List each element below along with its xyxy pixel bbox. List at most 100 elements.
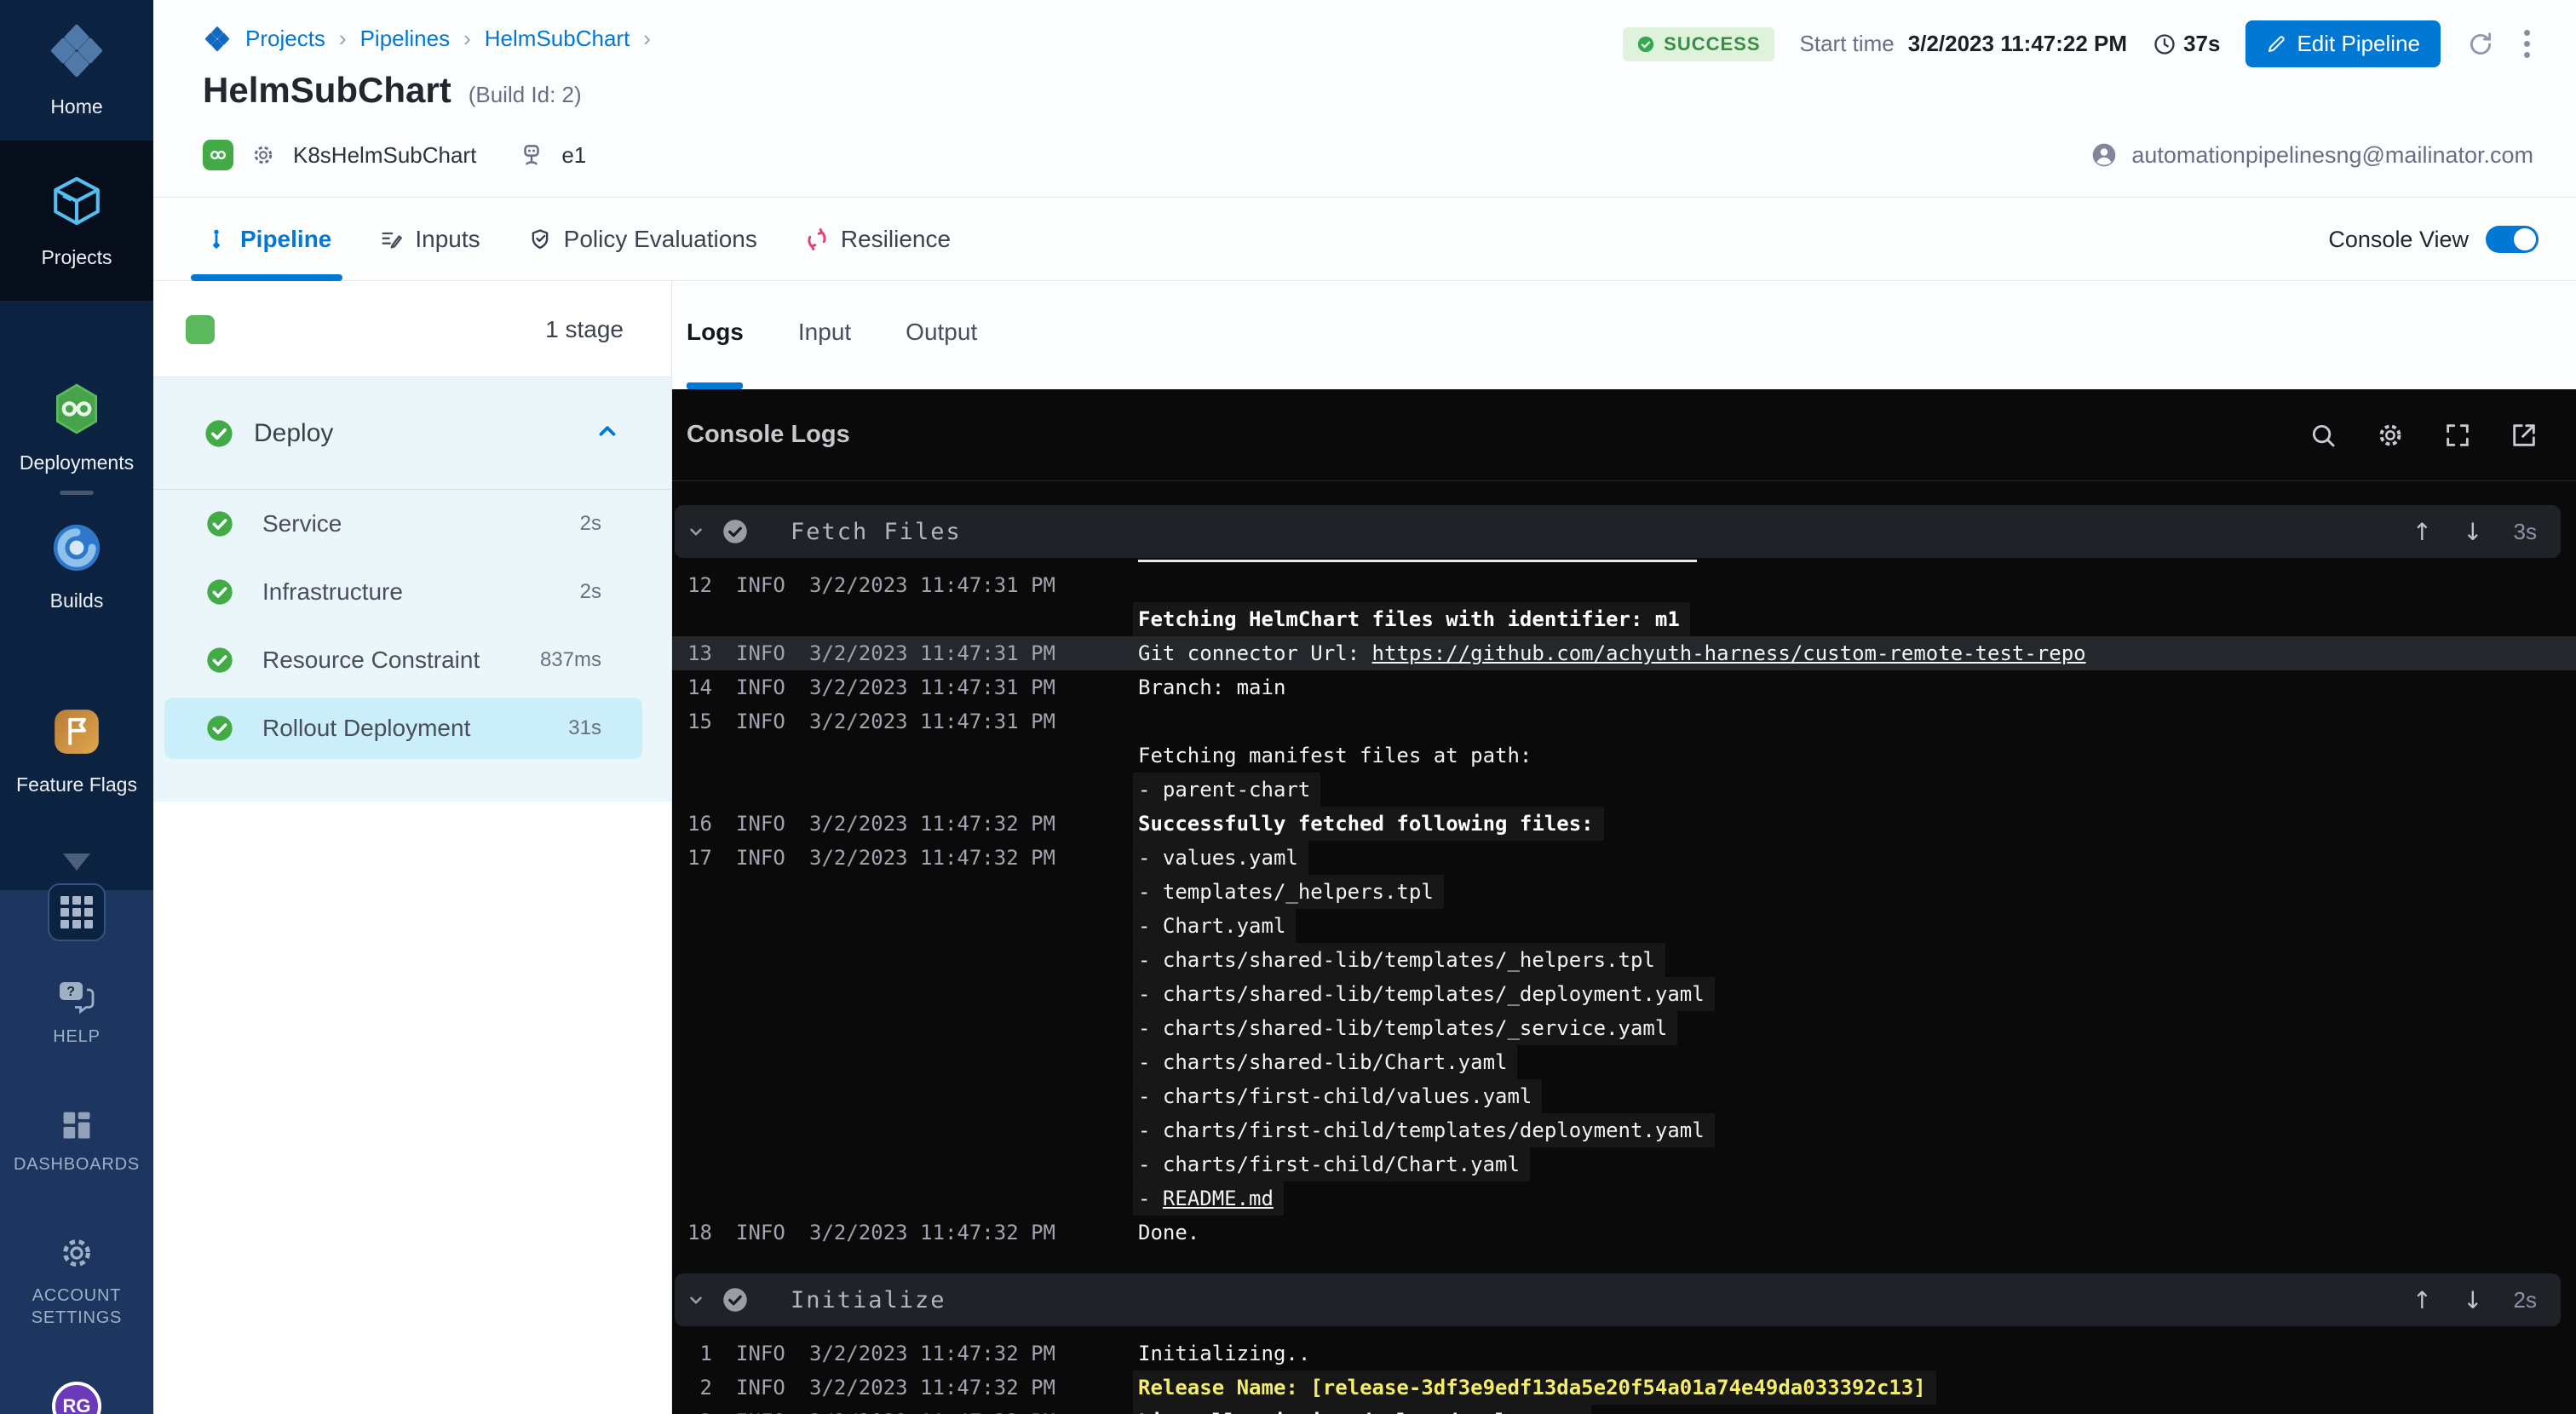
log-row[interactable]: 18INFO3/2/2023 11:47:32 PMDone. bbox=[672, 1216, 2576, 1250]
log-level bbox=[736, 909, 796, 943]
log-level bbox=[736, 1045, 796, 1079]
fullscreen-icon[interactable] bbox=[2443, 421, 2472, 450]
console-title: Console Logs bbox=[687, 421, 850, 449]
scroll-top-icon[interactable]: ↑ bbox=[2412, 518, 2432, 546]
feature-flags-module-icon bbox=[50, 705, 103, 763]
log-row[interactable]: Fetching HelmChart files with identifier… bbox=[672, 602, 2576, 636]
step-rollout-deployment[interactable]: Rollout Deployment31s bbox=[164, 698, 642, 759]
log-row[interactable]: 1INFO3/2/2023 11:47:32 PMInitializing.. bbox=[672, 1336, 2576, 1371]
sidebar-item-dashboards[interactable]: DASHBOARDS bbox=[0, 1109, 153, 1175]
log-row[interactable]: 14INFO3/2/2023 11:47:31 PMBranch: main bbox=[672, 670, 2576, 704]
log-row[interactable]: 3INFO3/2/2023 11:47:32 PMList all existi… bbox=[672, 1405, 2576, 1414]
chevron-up-icon[interactable] bbox=[595, 418, 620, 448]
chevron-down-icon[interactable] bbox=[63, 854, 90, 871]
log-link[interactable]: README.md bbox=[1163, 1187, 1274, 1210]
scroll-bottom-icon[interactable]: ↓ bbox=[2463, 1286, 2482, 1314]
log-row[interactable]: - templates/_helpers.tpl bbox=[672, 875, 2576, 909]
sidebar-item-label: Deployments bbox=[20, 451, 134, 474]
log-level bbox=[736, 773, 796, 807]
sidebar-item-feature-flags[interactable]: Feature Flags bbox=[0, 705, 153, 796]
log-level bbox=[736, 875, 796, 909]
chevron-down-icon[interactable] bbox=[685, 1289, 707, 1311]
scroll-bottom-icon[interactable]: ↓ bbox=[2463, 518, 2482, 546]
search-icon[interactable] bbox=[2309, 421, 2337, 450]
log-row[interactable]: 2INFO3/2/2023 11:47:32 PMRelease Name: [… bbox=[672, 1371, 2576, 1405]
log-row[interactable]: - README.md bbox=[672, 1181, 2576, 1216]
harness-logo-icon bbox=[46, 19, 107, 85]
sidebar-item-builds[interactable]: Builds bbox=[0, 521, 153, 612]
step-duration: 2s bbox=[580, 580, 601, 604]
log-row[interactable]: 16INFO3/2/2023 11:47:32 PMSuccessfully f… bbox=[672, 807, 2576, 841]
log-row[interactable]: 15INFO3/2/2023 11:47:31 PM bbox=[672, 704, 2576, 739]
log-row[interactable]: - charts/shared-lib/templates/_helpers.t… bbox=[672, 943, 2576, 977]
more-options-icon[interactable] bbox=[2521, 26, 2533, 61]
log-row[interactable]: - charts/shared-lib/Chart.yaml bbox=[672, 1045, 2576, 1079]
environment-tag[interactable]: e1 bbox=[561, 142, 586, 169]
log-section-header-fetch-files[interactable]: Fetch Files↑↓3s bbox=[675, 505, 2561, 558]
log-row[interactable]: - parent-chart bbox=[672, 773, 2576, 807]
project-diamond-icon bbox=[203, 24, 232, 53]
service-tag[interactable]: K8sHelmSubChart bbox=[293, 142, 476, 169]
log-row[interactable]: 17INFO3/2/2023 11:47:32 PM- values.yaml bbox=[672, 841, 2576, 875]
log-timestamp: 3/2/2023 11:47:31 PM bbox=[809, 636, 1116, 670]
step-label: Service bbox=[262, 510, 342, 537]
sidebar-item-account-settings[interactable]: ACCOUNT SETTINGS bbox=[0, 1233, 153, 1329]
module-picker-button[interactable] bbox=[48, 883, 106, 941]
breadcrumb-separator: › bbox=[463, 26, 471, 52]
breadcrumb-pipelines[interactable]: Pipelines bbox=[360, 26, 451, 52]
user-icon bbox=[2090, 141, 2118, 169]
log-message: - charts/shared-lib/templates/_deploymen… bbox=[1133, 977, 1715, 1011]
chevron-down-icon[interactable] bbox=[685, 520, 707, 543]
sidebar-divider bbox=[60, 491, 94, 495]
edit-pipeline-button[interactable]: Edit Pipeline bbox=[2245, 20, 2441, 67]
scroll-top-icon[interactable]: ↑ bbox=[2412, 1286, 2432, 1314]
sidebar-item-home[interactable]: Home bbox=[0, 19, 153, 118]
success-check-icon bbox=[206, 510, 233, 537]
log-line-number bbox=[672, 1113, 712, 1147]
log-row[interactable]: Fetching manifest files at path: bbox=[672, 739, 2576, 773]
breadcrumb-pipeline-name[interactable]: HelmSubChart bbox=[485, 26, 630, 52]
log-link[interactable]: https://github.com/achyuth-harness/custo… bbox=[1372, 641, 2086, 665]
log-timestamp bbox=[809, 1079, 1116, 1113]
cube-icon bbox=[49, 173, 105, 234]
log-row[interactable]: - charts/first-child/Chart.yaml bbox=[672, 1147, 2576, 1181]
tab-resilience[interactable]: Resilience bbox=[805, 226, 951, 253]
log-tab-logs[interactable]: Logs bbox=[687, 319, 744, 346]
sidebar-item-help[interactable]: ? HELP bbox=[0, 978, 153, 1047]
log-line-number: 3 bbox=[672, 1405, 712, 1414]
log-rows: 12INFO3/2/2023 11:47:31 PMFetching HelmC… bbox=[672, 568, 2576, 1250]
log-tab-output[interactable]: Output bbox=[906, 319, 977, 346]
success-check-icon bbox=[206, 647, 233, 674]
tab-pipeline[interactable]: Pipeline bbox=[204, 226, 331, 253]
log-level bbox=[736, 1147, 796, 1181]
log-section-header-initialize[interactable]: Initialize↑↓2s bbox=[675, 1273, 2561, 1326]
console-view-toggle[interactable] bbox=[2486, 226, 2539, 253]
step-resource-constraint[interactable]: Resource Constraint837ms bbox=[153, 626, 671, 694]
open-external-icon[interactable] bbox=[2510, 421, 2539, 450]
sidebar-item-projects[interactable]: Projects bbox=[0, 141, 153, 301]
log-row[interactable]: - Chart.yaml bbox=[672, 909, 2576, 943]
log-settings-gear-icon[interactable] bbox=[2375, 420, 2406, 451]
stage-status-square[interactable] bbox=[186, 315, 215, 344]
breadcrumb-projects[interactable]: Projects bbox=[245, 26, 325, 52]
log-row[interactable]: - charts/first-child/templates/deploymen… bbox=[672, 1113, 2576, 1147]
log-row[interactable]: 13INFO3/2/2023 11:47:31 PMGit connector … bbox=[672, 636, 2576, 670]
tab-inputs[interactable]: Inputs bbox=[379, 226, 480, 253]
sidebar-item-deployments[interactable]: Deployments bbox=[0, 382, 153, 474]
step-label: Rollout Deployment bbox=[262, 715, 470, 742]
tab-policy-evaluations[interactable]: Policy Evaluations bbox=[528, 226, 757, 253]
step-infrastructure[interactable]: Infrastructure2s bbox=[153, 558, 671, 626]
step-service[interactable]: Service2s bbox=[153, 490, 671, 558]
pipeline-icon bbox=[204, 227, 228, 251]
sidebar-item-label: Home bbox=[50, 95, 102, 118]
log-row[interactable]: - charts/shared-lib/templates/_deploymen… bbox=[672, 977, 2576, 1011]
refresh-icon[interactable] bbox=[2466, 30, 2495, 59]
log-level: INFO bbox=[736, 704, 796, 739]
log-row[interactable]: - charts/shared-lib/templates/_service.y… bbox=[672, 1011, 2576, 1045]
log-row[interactable]: 12INFO3/2/2023 11:47:31 PM bbox=[672, 568, 2576, 602]
sidebar-item-label: ACCOUNT SETTINGS bbox=[21, 1285, 132, 1329]
stage-deploy-header[interactable]: Deploy bbox=[153, 377, 671, 489]
log-row[interactable]: - charts/first-child/values.yaml bbox=[672, 1079, 2576, 1113]
log-tab-input[interactable]: Input bbox=[798, 319, 851, 346]
active-log-tab-underline bbox=[687, 382, 743, 389]
